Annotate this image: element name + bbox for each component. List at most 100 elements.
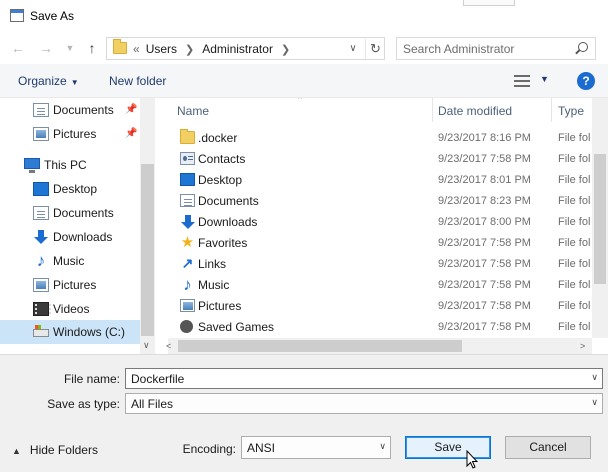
table-row[interactable]: ★ Favorites 9/23/2017 7:58 PM File fol: [168, 233, 608, 254]
file-list-vertical-scrollbar[interactable]: [592, 98, 608, 338]
desktop-icon: [180, 173, 195, 186]
nav-item-windows-c[interactable]: Windows (C:): [0, 320, 140, 344]
nav-item-label: Downloads: [53, 230, 113, 244]
table-row[interactable]: Pictures 9/23/2017 7:58 PM File fol: [168, 296, 608, 317]
save-as-type-select[interactable]: All Files ∨: [125, 393, 603, 414]
chevron-down-icon[interactable]: ∨: [591, 397, 598, 408]
new-folder-button[interactable]: New folder: [109, 74, 166, 88]
column-header-type[interactable]: Type: [558, 104, 584, 118]
help-icon[interactable]: ?: [577, 72, 595, 90]
file-type: File fol: [558, 300, 591, 312]
nav-item-label: This PC: [44, 158, 87, 172]
music-icon: ♪: [36, 251, 46, 270]
scroll-left-arrow-icon[interactable]: <: [166, 341, 171, 351]
file-date: 9/23/2017 8:16 PM: [438, 132, 531, 144]
breadcrumb-administrator[interactable]: Administrator: [202, 42, 273, 56]
contacts-icon: [180, 152, 195, 165]
nav-item-desktop[interactable]: Desktop: [0, 177, 140, 201]
column-divider[interactable]: [432, 98, 433, 122]
documents-icon: [33, 103, 49, 117]
documents-icon: [33, 206, 49, 220]
file-date: 9/23/2017 8:01 PM: [438, 174, 531, 186]
chevron-down-icon[interactable]: ∨: [591, 372, 598, 383]
search-box[interactable]: [396, 37, 596, 60]
column-header-date[interactable]: Date modified: [438, 104, 512, 118]
table-row[interactable]: .docker 9/23/2017 8:16 PM File fol: [168, 128, 608, 149]
documents-icon: [180, 194, 195, 207]
breadcrumb-overflow[interactable]: «: [133, 42, 140, 56]
chevron-right-icon[interactable]: ❯: [185, 43, 194, 56]
nav-item-label: Windows (C:): [53, 325, 126, 339]
table-row[interactable]: Downloads 9/23/2017 8:00 PM File fol: [168, 212, 608, 233]
table-row[interactable]: ♪ Music 9/23/2017 7:58 PM File fol: [168, 275, 608, 296]
chevron-down-icon[interactable]: ∨: [379, 441, 386, 452]
vertical-scroll-thumb[interactable]: [594, 154, 606, 284]
save-button[interactable]: Save: [405, 436, 491, 459]
toolbar: Organize ▼ New folder ▼ ?: [0, 64, 608, 98]
search-input[interactable]: [403, 41, 573, 57]
nav-scrollbar[interactable]: ∨: [140, 98, 155, 354]
file-type: File fol: [558, 258, 591, 270]
sort-ascending-icon: ⌃: [296, 98, 304, 105]
file-date: 9/23/2017 7:58 PM: [438, 153, 531, 165]
table-row[interactable]: Desktop 9/23/2017 8:01 PM File fol: [168, 170, 608, 191]
chevron-right-icon[interactable]: ❯: [281, 43, 290, 56]
file-name-label: File name:: [63, 372, 120, 386]
up-arrow-icon[interactable]: ↑: [83, 40, 101, 56]
file-name-field[interactable]: Dockerfile ∨: [125, 368, 603, 389]
file-name: .docker: [198, 131, 238, 145]
forward-arrow-icon[interactable]: →: [37, 40, 55, 56]
refresh-icon[interactable]: ↻: [365, 39, 385, 59]
nav-item-music[interactable]: ♪ Music: [0, 249, 140, 273]
file-name: Downloads: [198, 215, 258, 229]
cancel-button[interactable]: Cancel: [505, 436, 591, 459]
videos-icon: [33, 302, 51, 316]
nav-item-this-pc[interactable]: This PC: [0, 153, 140, 177]
file-date: 9/23/2017 7:58 PM: [438, 279, 531, 291]
nav-item-pictures-quick[interactable]: Pictures 📌: [0, 122, 140, 146]
nav-item-documents[interactable]: Documents: [0, 201, 140, 225]
file-name: Favorites: [198, 236, 248, 250]
caret-down-icon[interactable]: ▼: [540, 74, 549, 84]
back-arrow-icon[interactable]: ←: [9, 40, 27, 56]
file-name: Links: [198, 257, 227, 271]
table-row[interactable]: Saved Games 9/23/2017 7:58 PM File fol: [168, 317, 608, 338]
recent-locations-chevron-icon[interactable]: ▼: [61, 40, 79, 56]
horizontal-scroll-thumb[interactable]: [178, 340, 462, 352]
nav-item-videos[interactable]: Videos: [0, 297, 140, 321]
encoding-select[interactable]: ANSI ∨: [241, 436, 391, 459]
hide-folders-button[interactable]: ▲ Hide Folders: [12, 443, 98, 457]
table-row[interactable]: Contacts 9/23/2017 7:58 PM File fol: [168, 149, 608, 170]
table-row[interactable]: Documents 9/23/2017 8:23 PM File fol: [168, 191, 608, 212]
column-header-name[interactable]: Name: [177, 104, 209, 118]
drive-icon: [33, 325, 49, 337]
scroll-down-arrow-icon[interactable]: ∨: [143, 340, 150, 351]
view-options-icon[interactable]: [514, 75, 530, 87]
file-type: File fol: [558, 279, 591, 291]
nav-item-documents-quick[interactable]: Documents 📌: [0, 98, 140, 122]
address-bar[interactable]: « Users ❯ Administrator ❯ ∨ ↻: [106, 37, 385, 60]
nav-scroll-thumb[interactable]: [141, 164, 154, 336]
table-row[interactable]: ↗ Links 9/23/2017 7:58 PM File fol: [168, 254, 608, 275]
pin-icon[interactable]: 📌: [125, 128, 137, 139]
pin-icon[interactable]: 📌: [125, 104, 137, 115]
file-type: File fol: [558, 321, 591, 333]
file-name: Documents: [198, 194, 259, 208]
breadcrumb: « Users ❯ Administrator ❯: [133, 42, 298, 56]
nav-item-downloads[interactable]: Downloads: [0, 225, 140, 249]
scroll-right-arrow-icon[interactable]: >: [580, 341, 585, 351]
save-as-type-value: All Files: [131, 397, 174, 411]
nav-item-pictures[interactable]: Pictures: [0, 273, 140, 297]
file-type: File fol: [558, 174, 591, 186]
file-list-horizontal-scrollbar[interactable]: < >: [166, 338, 592, 354]
breadcrumb-users[interactable]: Users: [146, 42, 177, 56]
file-date: 9/23/2017 7:58 PM: [438, 300, 531, 312]
column-divider[interactable]: [551, 98, 552, 122]
organize-button[interactable]: Organize ▼: [18, 74, 79, 88]
search-icon[interactable]: [578, 42, 588, 52]
encoding-label: Encoding:: [182, 442, 236, 456]
desktop-icon: [33, 182, 49, 196]
favorites-icon: ★: [180, 234, 195, 251]
chevron-down-icon[interactable]: ∨: [345, 41, 361, 57]
downloads-icon: [180, 215, 195, 229]
